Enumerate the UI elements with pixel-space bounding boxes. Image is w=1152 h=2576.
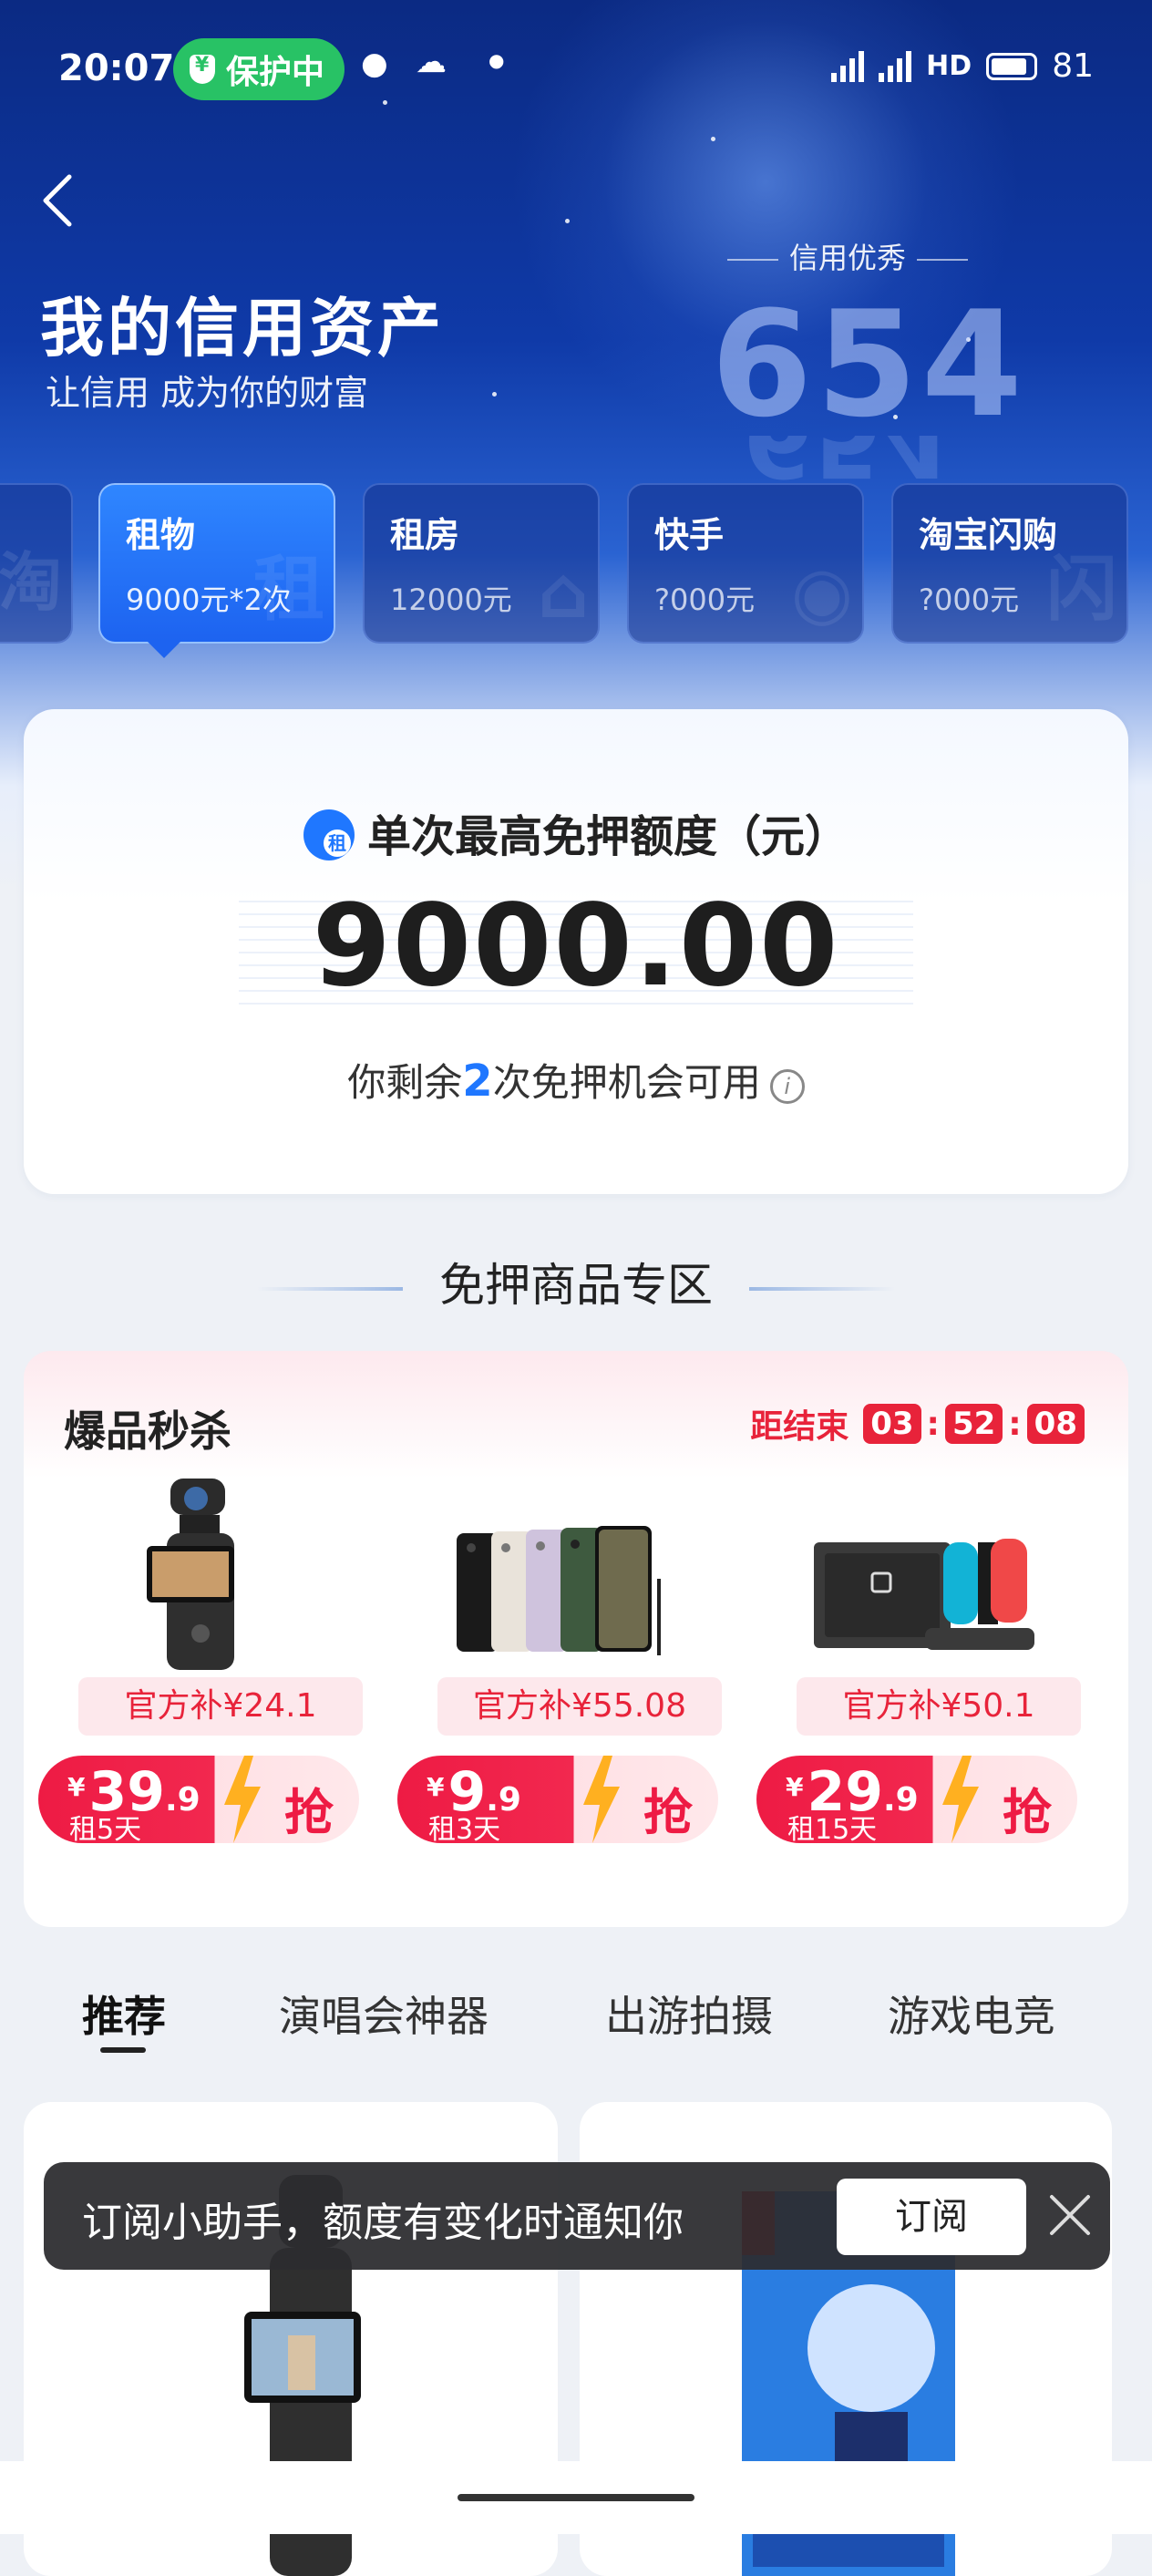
dot-icon: ● bbox=[489, 49, 505, 71]
weather-cloud-icon: ☁ bbox=[416, 44, 447, 80]
tab-rent-goods[interactable]: 租物 9000元*2次 租 bbox=[98, 483, 335, 658]
lightning-icon bbox=[942, 1756, 979, 1843]
status-right: HD 81 bbox=[831, 47, 1094, 85]
grab-label: 抢 bbox=[284, 1784, 334, 1841]
star-decoration bbox=[383, 100, 387, 105]
back-button[interactable] bbox=[33, 168, 84, 233]
tab-gaming[interactable]: 游戏电竞 bbox=[888, 1984, 1055, 2044]
hd-icon: HD bbox=[926, 50, 972, 82]
signal-icon bbox=[879, 50, 912, 82]
lightning-icon bbox=[583, 1756, 620, 1843]
rent-days: 租3天 bbox=[428, 1814, 501, 1843]
flash-sale-title: 爆品秒杀 bbox=[64, 1406, 231, 1456]
divider bbox=[917, 259, 968, 261]
grab-button[interactable]: ¥29.9 租15天 抢 bbox=[756, 1756, 1077, 1843]
category-tabs: 推荐 演唱会神器 出游拍摄 游戏电竞 bbox=[0, 1984, 1152, 2075]
grab-button[interactable]: ¥9.9 租3天 抢 bbox=[397, 1756, 718, 1843]
remaining-count: 2 bbox=[462, 1056, 493, 1107]
divider bbox=[749, 1286, 895, 1291]
product-card-phones[interactable]: 官方补¥55.08 ¥9.9 租3天 抢 bbox=[388, 1479, 725, 1916]
quota-title: 单次最高免押额度（元） bbox=[24, 800, 1128, 864]
shield-icon bbox=[190, 54, 215, 84]
flash-sale-card: 爆品秒杀 距结束 03: 52: 08 官方补¥24.1 ¥39.9 租5天 抢 bbox=[24, 1351, 1128, 1927]
active-pointer bbox=[148, 642, 180, 658]
close-icon bbox=[1050, 2195, 1090, 2235]
tab-taobao-flash[interactable]: 淘宝闪购 ?000元 闪 bbox=[891, 483, 1128, 644]
home-indicator[interactable] bbox=[458, 2494, 694, 2501]
battery-icon bbox=[986, 52, 1038, 80]
credit-score-reflection: 654 bbox=[711, 436, 984, 490]
house-watermark-icon: ⌂ bbox=[538, 552, 589, 634]
battery-level: 81 bbox=[1052, 47, 1094, 85]
tab-taobao-partial[interactable]: 淘 bbox=[0, 483, 73, 644]
grab-label: 抢 bbox=[643, 1784, 693, 1841]
kuaishou-watermark-icon: ◉ bbox=[790, 552, 853, 634]
grab-button[interactable]: ¥39.9 租5天 抢 bbox=[38, 1756, 359, 1843]
lightning-icon bbox=[224, 1756, 261, 1843]
star-decoration bbox=[492, 392, 497, 397]
tab-concert[interactable]: 演唱会神器 bbox=[279, 1984, 489, 2044]
toast-message: 订阅小助手，额度有变化时通知你 bbox=[82, 2200, 684, 2246]
product-card-switch[interactable]: 官方补¥50.1 ¥29.9 租15天 抢 bbox=[747, 1479, 1085, 1916]
phones-image bbox=[457, 1526, 661, 1655]
flash-watermark-icon: 闪 bbox=[1045, 549, 1117, 631]
info-icon[interactable]: i bbox=[769, 1069, 805, 1104]
section-title: 免押商品专区 bbox=[0, 1249, 1152, 1314]
status-time: 20:07 bbox=[58, 47, 175, 89]
credit-level-label: 信用优秀 bbox=[711, 235, 984, 277]
subsidy-tag: 官方补¥55.08 bbox=[437, 1677, 722, 1736]
chevron-left-icon bbox=[43, 174, 72, 227]
active-tab-indicator bbox=[100, 2047, 146, 2053]
rent-days: 租15天 bbox=[787, 1814, 878, 1843]
signal-icon bbox=[831, 50, 865, 82]
grab-label: 抢 bbox=[1003, 1784, 1052, 1841]
star-decoration bbox=[565, 219, 570, 223]
tab-recommend[interactable]: 推荐 bbox=[82, 1984, 166, 2044]
subscribe-toast: 订阅小助手，额度有变化时通知你 订阅 bbox=[44, 2162, 1110, 2270]
quota-card: 单次最高免押额度（元） 9000.00 你剩余2次免押机会可用i bbox=[24, 709, 1128, 1194]
divider bbox=[726, 259, 778, 261]
star-decoration bbox=[711, 137, 715, 141]
rent-watermark-icon: 租 bbox=[252, 549, 324, 631]
close-button[interactable] bbox=[1044, 2190, 1095, 2241]
countdown-seconds: 08 bbox=[1026, 1404, 1085, 1444]
credit-score[interactable]: 654 bbox=[711, 292, 1023, 438]
page-subtitle: 让信用 成为你的财富 bbox=[46, 373, 369, 413]
notification-icon: ● bbox=[361, 46, 388, 82]
quota-amount: 9000.00 bbox=[312, 881, 840, 1012]
page-title: 我的信用资产 bbox=[40, 291, 445, 366]
product-card-camera[interactable]: 官方补¥24.1 ¥39.9 租5天 抢 bbox=[29, 1479, 366, 1916]
divider bbox=[257, 1286, 403, 1291]
tab-rent-house[interactable]: 租房 12000元 ⌂ bbox=[363, 483, 600, 644]
countdown-timer: 距结束 03: 52: 08 bbox=[750, 1400, 1090, 1448]
countdown-minutes: 52 bbox=[944, 1404, 1003, 1444]
rent-logo-icon bbox=[303, 809, 355, 860]
subsidy-tag: 官方补¥50.1 bbox=[797, 1677, 1081, 1736]
gimbal-camera-image bbox=[147, 1479, 234, 1670]
subscribe-button[interactable]: 订阅 bbox=[837, 2179, 1026, 2255]
subsidy-tag: 官方补¥24.1 bbox=[78, 1677, 363, 1736]
quota-remaining: 你剩余2次免押机会可用 i bbox=[24, 1052, 1128, 1108]
countdown-hours: 03 bbox=[863, 1404, 921, 1444]
tab-kuaishou[interactable]: 快手 ?000元 ◉ bbox=[627, 483, 864, 644]
protect-label: 保护中 bbox=[226, 54, 325, 91]
protect-badge[interactable]: 保护中 bbox=[173, 38, 345, 100]
rent-days: 租5天 bbox=[69, 1814, 142, 1843]
tab-travel-photo[interactable]: 出游拍摄 bbox=[605, 1984, 773, 2044]
game-console-image bbox=[814, 1539, 1034, 1650]
